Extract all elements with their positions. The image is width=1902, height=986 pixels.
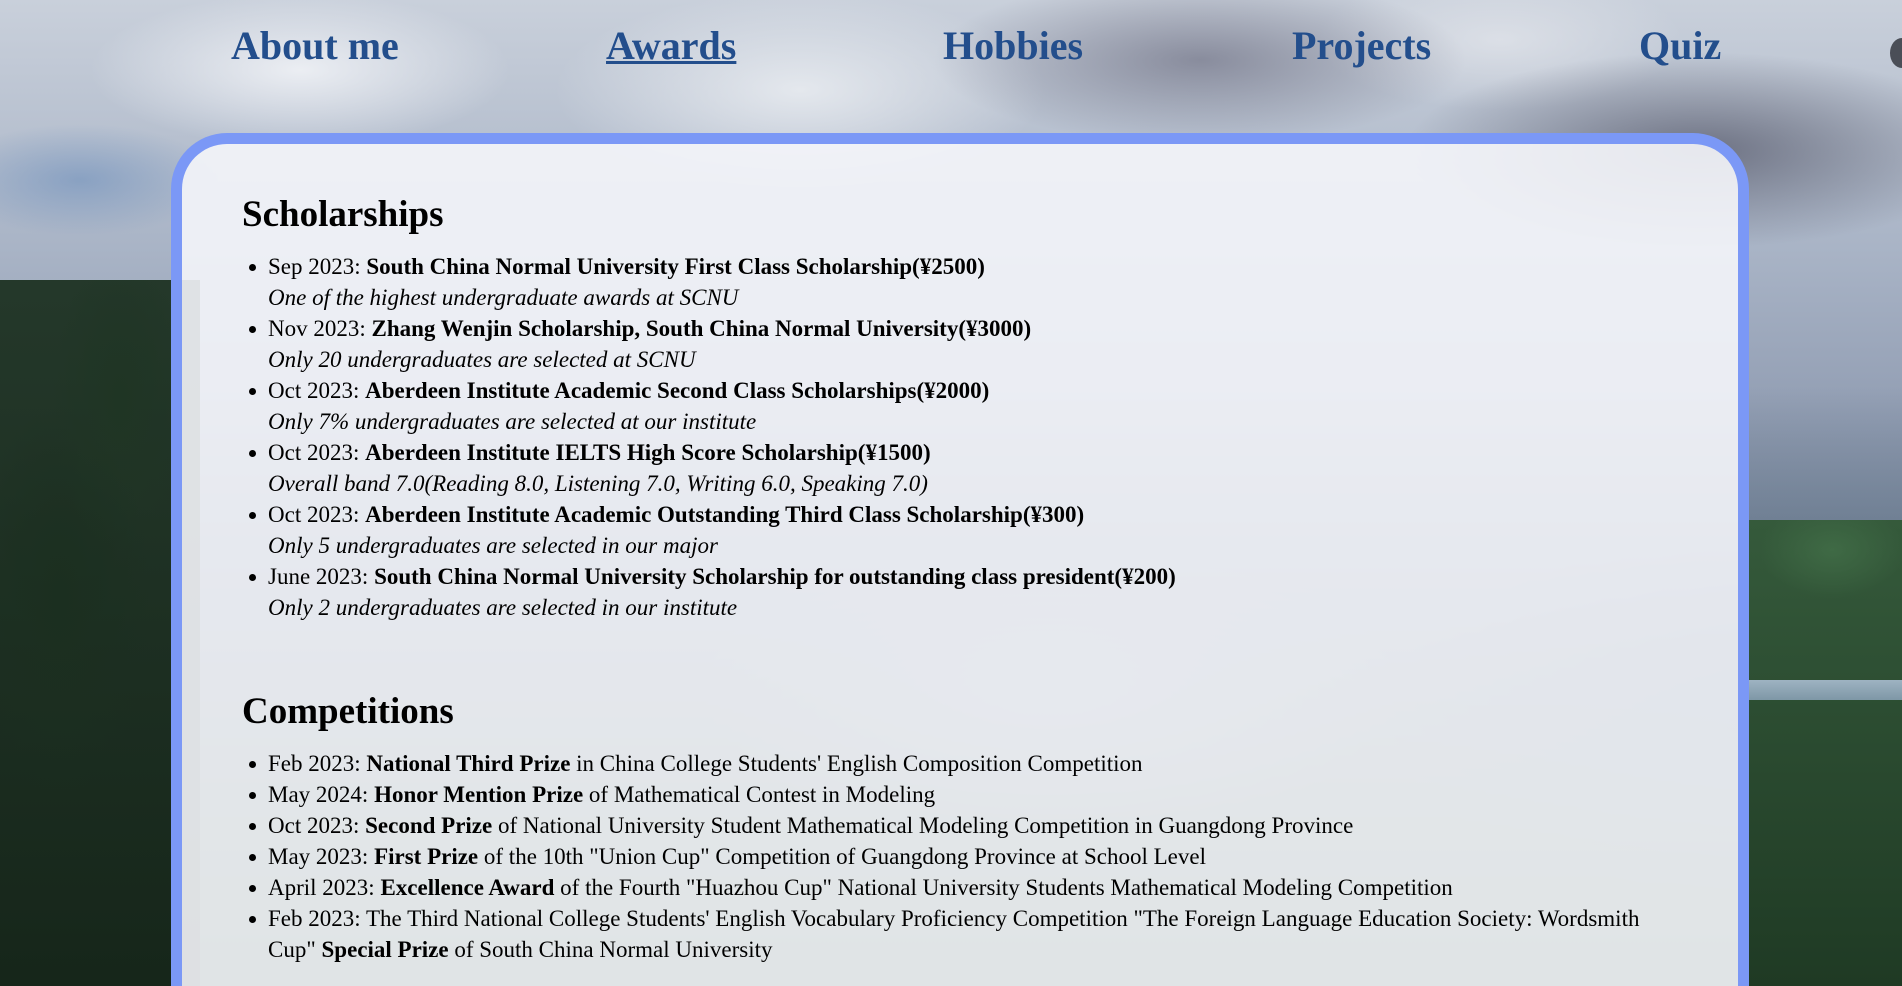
item-description: Only 5 undergraduates are selected in ou… (268, 533, 718, 558)
item-date: Oct 2023: (268, 378, 360, 403)
item-prize: Honor Mention Prize (374, 782, 584, 807)
list-item: Oct 2023: Aberdeen Institute IELTS High … (242, 437, 1688, 499)
item-title: Aberdeen Institute Academic Second Class… (365, 378, 990, 403)
item-prize: Excellence Award (380, 875, 555, 900)
item-date: May 2023: (268, 844, 369, 869)
item-date: Feb 2023: (268, 751, 361, 776)
item-date: Nov 2023: (268, 316, 366, 341)
nav-awards[interactable]: Awards (606, 22, 736, 69)
nav-about-me[interactable]: About me (231, 22, 399, 69)
lake (1742, 680, 1902, 700)
list-item: Oct 2023: Second Prize of National Unive… (242, 810, 1688, 841)
item-date: April 2023: (268, 875, 375, 900)
item-detail: of National University Student Mathemati… (497, 813, 1354, 838)
item-date: May 2024: (268, 782, 369, 807)
item-detail: of South China Normal University (454, 937, 773, 962)
scholarships-list: Sep 2023: South China Normal University … (242, 251, 1688, 623)
item-detail: of the 10th "Union Cup" Competition of G… (483, 844, 1206, 869)
item-description: Overall band 7.0(Reading 8.0, Listening … (268, 471, 928, 496)
forest-right (1742, 520, 1902, 986)
item-prize: Second Prize (365, 813, 493, 838)
item-title: Aberdeen Institute IELTS High Score Scho… (365, 440, 931, 465)
list-item: Oct 2023: Aberdeen Institute Academic Ou… (242, 499, 1688, 561)
item-description: One of the highest undergraduate awards … (268, 285, 739, 310)
list-item: Oct 2023: Aberdeen Institute Academic Se… (242, 375, 1688, 437)
item-detail: of the Fourth "Huazhou Cup" National Uni… (560, 875, 1453, 900)
list-item: April 2023: Excellence Award of the Four… (242, 872, 1688, 903)
competitions-heading: Competitions (242, 691, 454, 732)
item-title: Aberdeen Institute Academic Outstanding … (365, 502, 1085, 527)
item-date: Oct 2023: (268, 440, 360, 465)
item-date: June 2023: (268, 564, 369, 589)
competitions-list: Feb 2023: National Third Prize in China … (242, 748, 1688, 965)
item-prize: First Prize (374, 844, 479, 869)
item-date: Sep 2023: (268, 254, 361, 279)
item-prize: National Third Prize (366, 751, 571, 776)
list-item: Nov 2023: Zhang Wenjin Scholarship, Sout… (242, 313, 1688, 375)
list-item: Feb 2023: The Third National College Stu… (242, 903, 1688, 965)
top-nav: About me Awards Hobbies Projects Quiz (0, 22, 1902, 72)
item-detail: in China College Students' English Compo… (576, 751, 1143, 776)
item-description: Only 2 undergraduates are selected in ou… (268, 595, 738, 620)
item-date: Oct 2023: (268, 813, 360, 838)
forest-left (0, 280, 200, 986)
list-item: May 2023: First Prize of the 10th "Union… (242, 841, 1688, 872)
item-description: Only 7% undergraduates are selected at o… (268, 409, 757, 434)
scholarships-heading: Scholarships (242, 194, 444, 235)
item-title: Zhang Wenjin Scholarship, South China No… (371, 316, 1032, 341)
item-prize: Special Prize (321, 937, 449, 962)
list-item: June 2023: South China Normal University… (242, 561, 1688, 623)
awards-card: Scholarships Sep 2023: South China Norma… (171, 133, 1749, 986)
list-item: Sep 2023: South China Normal University … (242, 251, 1688, 313)
item-title: South China Normal University First Clas… (366, 254, 985, 279)
list-item: Feb 2023: National Third Prize in China … (242, 748, 1688, 779)
item-title: South China Normal University Scholarshi… (374, 564, 1176, 589)
item-description: Only 20 undergraduates are selected at S… (268, 347, 696, 372)
item-date: Oct 2023: (268, 502, 360, 527)
list-item: May 2024: Honor Mention Prize of Mathema… (242, 779, 1688, 810)
nav-hobbies[interactable]: Hobbies (943, 22, 1083, 69)
nav-projects[interactable]: Projects (1292, 22, 1431, 69)
nav-quiz[interactable]: Quiz (1639, 22, 1721, 69)
item-detail: of Mathematical Contest in Modeling (588, 782, 936, 807)
item-date: Feb 2023: (268, 906, 361, 931)
